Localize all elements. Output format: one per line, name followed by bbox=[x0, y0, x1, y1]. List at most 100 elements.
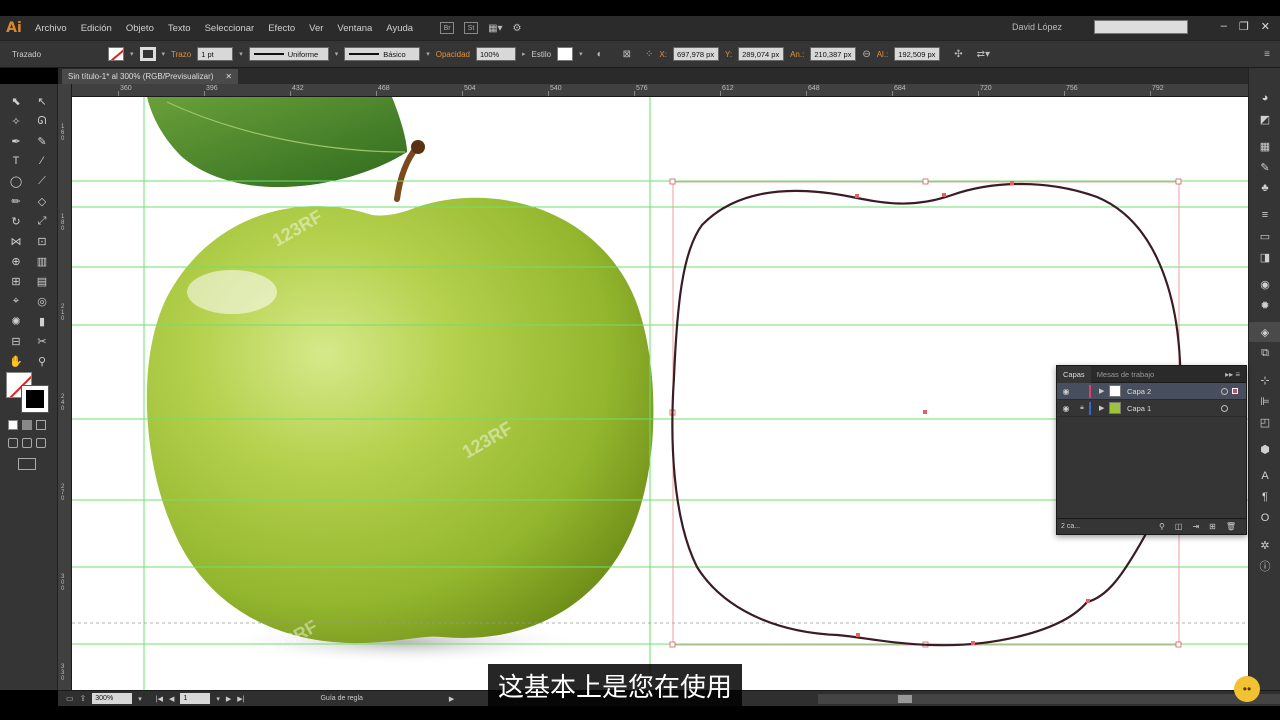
bridge-icon[interactable]: Br bbox=[440, 22, 455, 34]
maximize-button[interactable]: ❐ bbox=[1239, 20, 1249, 33]
chevron-down-icon[interactable]: ▾ bbox=[426, 50, 430, 58]
paintbrush-tool-icon[interactable]: ⟋ bbox=[30, 172, 54, 190]
y-input[interactable]: 289,074 px bbox=[738, 47, 785, 61]
selection-indicator[interactable] bbox=[1232, 388, 1238, 394]
color-guide-icon[interactable]: ◩ bbox=[1249, 109, 1280, 129]
magic-wand-tool-icon[interactable]: ✧ bbox=[4, 112, 28, 130]
menu-edicion[interactable]: Edición bbox=[74, 23, 119, 34]
ellipse-tool-icon[interactable]: ◯ bbox=[4, 172, 28, 190]
close-button[interactable]: ✕ bbox=[1261, 20, 1270, 33]
transparency-icon[interactable]: ◨ bbox=[1249, 247, 1280, 267]
pathfinder-icon[interactable]: ◰ bbox=[1249, 412, 1280, 432]
layer-name[interactable]: Capa 1 bbox=[1127, 404, 1151, 413]
menu-efecto[interactable]: Efecto bbox=[261, 23, 302, 34]
arrange-documents-icon[interactable]: ▦▾ bbox=[488, 23, 502, 34]
gradient-mode-icon[interactable] bbox=[22, 420, 32, 430]
brushes-icon[interactable]: ✎ bbox=[1249, 157, 1280, 177]
hand-tool-icon[interactable]: ✋ bbox=[4, 352, 28, 370]
symbol-sprayer-tool-icon[interactable]: ✺ bbox=[4, 312, 28, 330]
delete-layer-icon[interactable]: 🗑︎ bbox=[1226, 522, 1236, 531]
rotate-tool-icon[interactable]: ↻ bbox=[4, 212, 28, 230]
fill-swatch[interactable] bbox=[108, 47, 124, 61]
artboard-number-input[interactable]: 1 bbox=[180, 693, 211, 704]
prev-artboard-icon[interactable]: ◀ bbox=[169, 695, 174, 703]
last-artboard-icon[interactable]: ▶| bbox=[237, 695, 244, 703]
x-input[interactable]: 697,978 px bbox=[672, 47, 719, 61]
gpu-performance-icon[interactable]: ⚙ bbox=[513, 23, 522, 34]
opacity-input[interactable]: 100% bbox=[475, 47, 516, 61]
opentype-panel-icon[interactable]: O bbox=[1249, 508, 1280, 528]
tab-artboards[interactable]: Mesas de trabajo bbox=[1091, 366, 1161, 383]
artboard-tool-icon[interactable]: ⊟ bbox=[4, 332, 28, 350]
apple-photo[interactable] bbox=[146, 197, 654, 644]
stroke-weight-input[interactable]: 1 pt bbox=[197, 47, 234, 61]
perspective-grid-tool-icon[interactable]: ▥ bbox=[30, 252, 54, 270]
new-sublayer-icon[interactable]: ⇥ bbox=[1192, 522, 1199, 531]
chevron-down-icon[interactable]: ▾ bbox=[239, 50, 243, 58]
layer-name[interactable]: Capa 2 bbox=[1127, 387, 1151, 396]
asset-export-icon[interactable]: ✲ bbox=[1249, 535, 1280, 555]
blend-tool-icon[interactable]: ◎ bbox=[30, 292, 54, 310]
share-icon[interactable]: ⇪ bbox=[80, 694, 87, 703]
eraser-tool-icon[interactable]: ◇ bbox=[30, 192, 54, 210]
chevron-down-icon[interactable]: ▾ bbox=[138, 695, 142, 703]
curvature-tool-icon[interactable]: ✎ bbox=[30, 132, 54, 150]
column-graph-tool-icon[interactable]: ▮ bbox=[30, 312, 54, 330]
menu-objeto[interactable]: Objeto bbox=[119, 23, 161, 34]
style-swatch[interactable] bbox=[557, 47, 574, 61]
stroke-panel-icon[interactable]: ≡ bbox=[1249, 205, 1280, 225]
slice-tool-icon[interactable]: ✂ bbox=[30, 332, 54, 350]
close-tab-icon[interactable]: ✕ bbox=[225, 72, 232, 81]
width-input[interactable]: 210,387 px bbox=[810, 47, 857, 61]
brush-select[interactable]: Básico bbox=[344, 47, 421, 61]
paragraph-panel-icon[interactable]: ¶ bbox=[1249, 487, 1280, 507]
fill-stroke-swatches[interactable] bbox=[6, 372, 52, 413]
link-icon[interactable]: ⊖ bbox=[862, 49, 870, 60]
height-input[interactable]: 192,509 px bbox=[894, 47, 941, 61]
scale-tool-icon[interactable]: ⤢ bbox=[30, 212, 54, 230]
direct-selection-tool-icon[interactable]: ↖ bbox=[30, 92, 54, 110]
menu-archivo[interactable]: Archivo bbox=[28, 23, 74, 34]
chevron-down-icon[interactable]: ▾ bbox=[335, 50, 339, 58]
recolor-icon[interactable]: ◐ bbox=[597, 49, 603, 60]
draw-normal-icon[interactable] bbox=[8, 438, 18, 448]
expand-arrow-icon[interactable]: ▶ bbox=[1099, 387, 1109, 395]
appearance-icon[interactable]: ◉ bbox=[1249, 274, 1280, 294]
layer-row[interactable]: ◉ 🔒︎ ▶ Capa 1 bbox=[1057, 400, 1246, 417]
type-tool-icon[interactable]: T bbox=[4, 152, 28, 170]
minimize-button[interactable]: – bbox=[1221, 20, 1227, 33]
menu-seleccionar[interactable]: Seleccionar bbox=[198, 23, 262, 34]
artboard-nav-icon[interactable]: ▭ bbox=[66, 694, 74, 703]
eyedropper-tool-icon[interactable]: ⌖ bbox=[4, 292, 28, 310]
lock-icon[interactable]: 🔒︎ bbox=[1075, 404, 1089, 412]
document-tab[interactable]: Sin título-1* al 300% (RGB/Previsualizar… bbox=[62, 69, 239, 84]
target-circle-icon[interactable] bbox=[1221, 387, 1228, 395]
swatches-icon[interactable]: ▦ bbox=[1249, 136, 1280, 156]
symbols-icon[interactable]: ♣ bbox=[1249, 178, 1280, 198]
menu-ventana[interactable]: Ventana bbox=[330, 23, 379, 34]
reference-point-icon[interactable]: ⁘ bbox=[645, 49, 653, 60]
pencil-tool-icon[interactable]: ✏ bbox=[4, 192, 28, 210]
chevron-down-icon[interactable]: ▾ bbox=[162, 50, 166, 58]
gradient-panel-icon[interactable]: ▭ bbox=[1249, 226, 1280, 246]
transform-icon[interactable]: ✣ bbox=[954, 49, 962, 60]
pen-tool-icon[interactable]: ✒ bbox=[4, 132, 28, 150]
info-panel-icon[interactable]: ⓘ bbox=[1249, 556, 1280, 576]
next-artboard-icon[interactable]: ▶ bbox=[226, 695, 231, 703]
clipping-mask-icon[interactable]: ◫ bbox=[1175, 522, 1183, 531]
opacity-label[interactable]: Opacidad bbox=[436, 50, 470, 59]
chevron-down-icon[interactable]: ▾ bbox=[579, 50, 583, 58]
menu-texto[interactable]: Texto bbox=[161, 23, 198, 34]
stroke-swatch[interactable] bbox=[139, 47, 156, 61]
anchor-points[interactable] bbox=[855, 181, 1090, 645]
artboards-icon[interactable]: ⧉ bbox=[1249, 343, 1280, 363]
new-layer-icon[interactable]: ⊞ bbox=[1209, 522, 1216, 531]
current-tool-status[interactable]: Guía de regla bbox=[320, 695, 362, 702]
width-tool-icon[interactable]: ⋈ bbox=[4, 232, 28, 250]
gradient-tool-icon[interactable]: ▤ bbox=[30, 272, 54, 290]
selection-tool-icon[interactable]: ⬉ bbox=[4, 92, 28, 110]
lasso-tool-icon[interactable]: ᘏ bbox=[30, 112, 54, 130]
stroke-label[interactable]: Trazo bbox=[171, 50, 191, 59]
visibility-eye-icon[interactable]: ◉ bbox=[1057, 404, 1075, 413]
first-artboard-icon[interactable]: |◀ bbox=[156, 695, 163, 703]
